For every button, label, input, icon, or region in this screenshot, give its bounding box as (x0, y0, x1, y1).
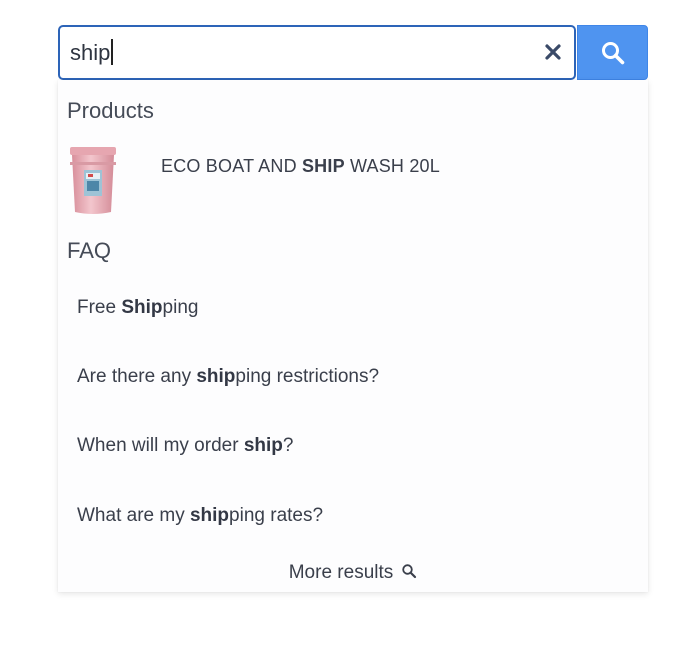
faq-text: When will my order (77, 435, 244, 456)
faq-text: Are there any (77, 366, 197, 387)
search-input-wrapper[interactable]: ship (58, 25, 576, 80)
faq-match: Ship (121, 297, 163, 318)
faq-item-shipping-rates[interactable]: What are my shipping rates? (77, 505, 323, 527)
faq-match: ship (243, 435, 283, 456)
search-icon (402, 564, 417, 579)
faq-text: What are my (77, 505, 190, 526)
faq-text: ping restrictions? (235, 366, 380, 387)
faq-heading: FAQ (67, 238, 112, 263)
search-input[interactable]: ship (70, 27, 510, 78)
page: ship Products ECO BOAT AND SHIP WASH 20L… (0, 0, 700, 646)
more-results-label: More results (288, 562, 394, 583)
faq-item-free-shipping[interactable]: Free Shipping (77, 297, 198, 319)
faq-text: ping rates? (229, 505, 324, 526)
product-name[interactable]: ECO BOAT AND SHIP WASH 20L (161, 156, 440, 177)
faq-text: ? (282, 435, 294, 456)
search-results-dropdown: Products ECO BOAT AND SHIP WASH 20L FAQ … (58, 80, 648, 592)
faq-item-shipping-restrictions[interactable]: Are there any shipping restrictions? (77, 366, 379, 388)
product-name-match: SHIP (301, 156, 345, 176)
faq-item-order-ship[interactable]: When will my order ship? (77, 435, 293, 457)
product-result-item[interactable]: ECO BOAT AND SHIP WASH 20L (58, 140, 648, 220)
clear-search-button[interactable] (542, 41, 564, 63)
faq-match: ship (189, 505, 230, 526)
products-heading: Products (67, 98, 154, 123)
search-bar: ship (58, 25, 648, 80)
search-icon[interactable] (600, 40, 626, 66)
product-name-part: WASH 20L (344, 156, 440, 176)
pink-bucket-image (70, 147, 116, 214)
close-icon[interactable] (542, 41, 564, 63)
more-results-link[interactable]: More results (58, 562, 648, 584)
search-submit-button[interactable] (577, 25, 648, 80)
product-name-part: ECO BOAT AND (161, 156, 302, 176)
faq-match: ship (196, 366, 236, 387)
text-caret (111, 38, 113, 65)
faq-text: ping (162, 297, 199, 318)
product-thumbnail (67, 144, 119, 216)
search-input-value[interactable]: ship (70, 27, 110, 78)
faq-text: Free (77, 297, 122, 318)
